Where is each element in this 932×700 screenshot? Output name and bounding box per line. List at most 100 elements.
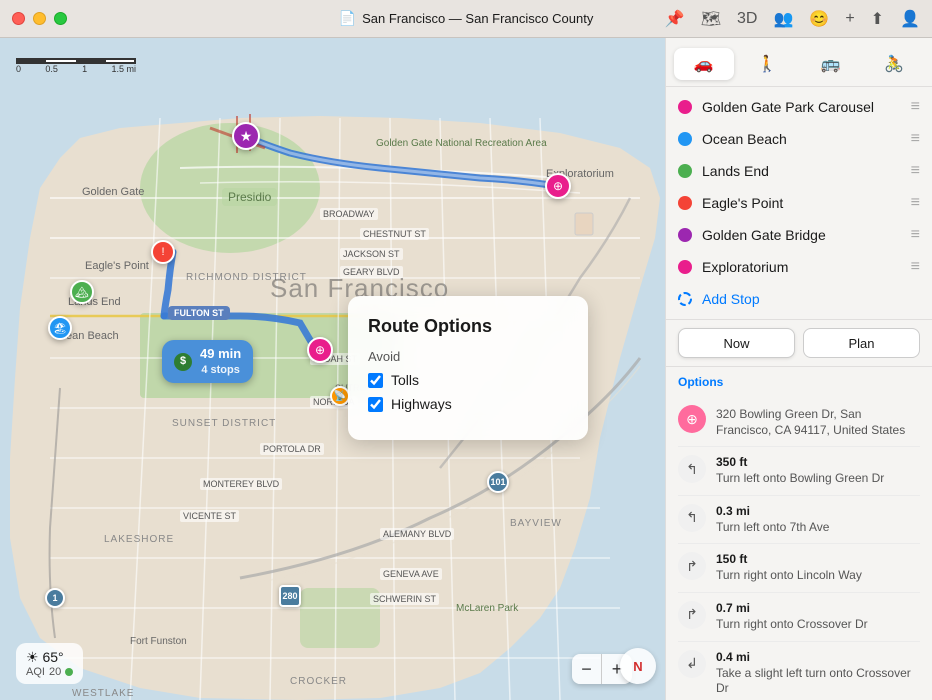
direction-dist-3: 150 ft — [716, 552, 920, 566]
add-button[interactable]: + — [845, 10, 854, 28]
people-icon[interactable]: 👥 — [773, 9, 793, 29]
compass[interactable]: N — [620, 648, 656, 684]
stop-name-exploratorium: Exploratorium — [702, 259, 901, 275]
highway-101-marker: 101 — [487, 471, 509, 493]
stop-dot-eagles-point — [678, 196, 692, 210]
drag-handle-eagles-point[interactable]: ≡ — [911, 194, 920, 212]
direction-desc-4: Turn right onto Crossover Dr — [716, 617, 920, 633]
stop-name-lands-end: Lands End — [702, 163, 901, 179]
stop-item-lands-end[interactable]: Lands End ≡ — [666, 155, 932, 187]
stops-list: Golden Gate Park Carousel ≡ Ocean Beach … — [666, 87, 932, 320]
direction-desc-1: Turn left onto Bowling Green Dr — [716, 471, 920, 487]
route-time: 49 min — [200, 346, 241, 363]
direction-item-4[interactable]: ↱ 0.7 mi Turn right onto Crossover Dr — [678, 593, 920, 642]
stop-item-eagles-point[interactable]: Eagle's Point ≡ — [666, 187, 932, 219]
waypoint-lands-end[interactable]: 🏔 — [70, 280, 94, 304]
transport-tabs: 🚗 🚶 🚌 🚴 — [666, 38, 932, 87]
options-title: Options — [678, 375, 920, 389]
fulton-st-label: FULTON ST — [168, 306, 230, 320]
direction-icon-3: ↱ — [678, 552, 706, 580]
highway-280-marker: 280 — [279, 585, 301, 607]
stop-item-carousel[interactable]: Golden Gate Park Carousel ≡ — [666, 91, 932, 123]
drag-handle-ocean-beach[interactable]: ≡ — [911, 130, 920, 148]
stop-dot-exploratorium — [678, 260, 692, 274]
plan-button[interactable]: Plan — [803, 328, 920, 358]
tolls-row[interactable]: Tolls — [368, 372, 568, 388]
direction-item-5[interactable]: ↲ 0.4 mi Take a slight left turn onto Cr… — [678, 642, 920, 700]
highway-1-marker: 1 — [45, 588, 65, 608]
stop-item-ocean-beach[interactable]: Ocean Beach ≡ — [666, 123, 932, 155]
add-stop-icon — [678, 292, 692, 306]
scale-bar: 0 0.5 1 1.5 mi — [16, 52, 136, 74]
direction-icon-4: ↱ — [678, 601, 706, 629]
highways-row[interactable]: Highways — [368, 396, 568, 412]
toolbar: 📌 🗺 3D 👥 😊 + ⬆ 👤 — [665, 9, 920, 29]
waypoint-ocean-beach[interactable]: 🏖 — [48, 316, 72, 340]
direction-icon-5: ↲ — [678, 650, 706, 678]
direction-item-2[interactable]: ↰ 0.3 mi Turn left onto 7th Ave — [678, 496, 920, 545]
waypoint-eagles-point[interactable]: ! — [151, 240, 175, 264]
route-options-title: Route Options — [368, 316, 568, 337]
scale-0.5: 0.5 — [45, 64, 58, 74]
direction-icon-1: ↰ — [678, 455, 706, 483]
drag-handle-lands-end[interactable]: ≡ — [911, 162, 920, 180]
scale-1: 1 — [82, 64, 87, 74]
stop-item-exploratorium[interactable]: Exploratorium ≡ — [666, 251, 932, 283]
minimize-button[interactable] — [33, 12, 46, 25]
bike-tab[interactable]: 🚴 — [865, 48, 925, 80]
direction-item-3[interactable]: ↱ 150 ft Turn right onto Lincoln Way — [678, 544, 920, 593]
waypoint-carousel[interactable]: ⊕ — [307, 337, 333, 363]
tolls-checkbox[interactable] — [368, 373, 383, 388]
stop-name-eagles-point: Eagle's Point — [702, 195, 901, 211]
drag-handle-gg-bridge[interactable]: ≡ — [911, 226, 920, 244]
account-icon[interactable]: 👤 — [900, 9, 920, 29]
options-section: Options ⊕ 320 Bowling Green Dr, San Fran… — [666, 367, 932, 700]
direction-dist-1: 350 ft — [716, 455, 920, 469]
walk-tab[interactable]: 🚶 — [738, 48, 798, 80]
emoji-icon[interactable]: 😊 — [809, 9, 829, 29]
stop-dot-ocean-beach — [678, 132, 692, 146]
direction-desc-3: Turn right onto Lincoln Way — [716, 568, 920, 584]
zoom-out-button[interactable]: − — [572, 654, 602, 684]
document-icon: 📄 — [339, 10, 356, 27]
add-stop-row[interactable]: Add Stop — [666, 283, 932, 315]
map-container[interactable]: 0 0.5 1 1.5 mi Golden Gate Presidio Gold… — [0, 38, 665, 700]
drag-handle-exploratorium[interactable]: ≡ — [911, 258, 920, 276]
stop-dot-gg-bridge — [678, 228, 692, 242]
route-time-badge[interactable]: $ 49 min 4 stops — [162, 340, 253, 383]
now-plan-row: Now Plan — [666, 320, 932, 367]
waypoint-golden-gate-bridge[interactable]: ★ — [232, 122, 260, 150]
3d-button[interactable]: 3D — [737, 10, 757, 28]
pin-icon[interactable]: 📌 — [665, 9, 685, 29]
tolls-label: Tolls — [391, 372, 419, 388]
now-button[interactable]: Now — [678, 328, 795, 358]
direction-icon-0: ⊕ — [678, 405, 706, 433]
transit-tab[interactable]: 🚌 — [801, 48, 861, 80]
map-icon[interactable]: 🗺 — [701, 9, 721, 29]
drag-handle-carousel[interactable]: ≡ — [911, 98, 920, 116]
highways-label: Highways — [391, 396, 452, 412]
aqi-display: AQI 20 — [26, 666, 73, 678]
share-icon[interactable]: ⬆ — [871, 9, 884, 29]
aqi-indicator — [65, 668, 73, 676]
toll-icon: $ — [174, 353, 192, 371]
titlebar: 📄 San Francisco — San Francisco County 📌… — [0, 0, 932, 38]
sidebar: ✕ 🚗 🚶 🚌 🚴 Golden Gate Park Carousel ≡ Oc… — [665, 38, 932, 700]
scale-0: 0 — [16, 64, 21, 74]
stop-item-gg-bridge[interactable]: Golden Gate Bridge ≡ — [666, 219, 932, 251]
scale-1.5: 1.5 mi — [111, 64, 136, 74]
highways-checkbox[interactable] — [368, 397, 383, 412]
fullscreen-button[interactable] — [54, 12, 67, 25]
direction-item-1[interactable]: ↰ 350 ft Turn left onto Bowling Green Dr — [678, 447, 920, 496]
drive-tab[interactable]: 🚗 — [674, 48, 734, 80]
route-stops: 4 stops — [200, 363, 241, 377]
close-button[interactable] — [12, 12, 25, 25]
direction-desc-5: Take a slight left turn onto Crossover D… — [716, 666, 920, 697]
waypoint-exploratorium[interactable]: ⊕ — [545, 173, 571, 199]
direction-item-0[interactable]: ⊕ 320 Bowling Green Dr, San Francisco, C… — [678, 397, 920, 447]
add-stop-label: Add Stop — [702, 291, 760, 307]
direction-dist-2: 0.3 mi — [716, 504, 920, 518]
stop-name-gg-bridge: Golden Gate Bridge — [702, 227, 901, 243]
sutro-tower-icon: 📡 — [330, 386, 350, 406]
stop-name-ocean-beach: Ocean Beach — [702, 131, 901, 147]
